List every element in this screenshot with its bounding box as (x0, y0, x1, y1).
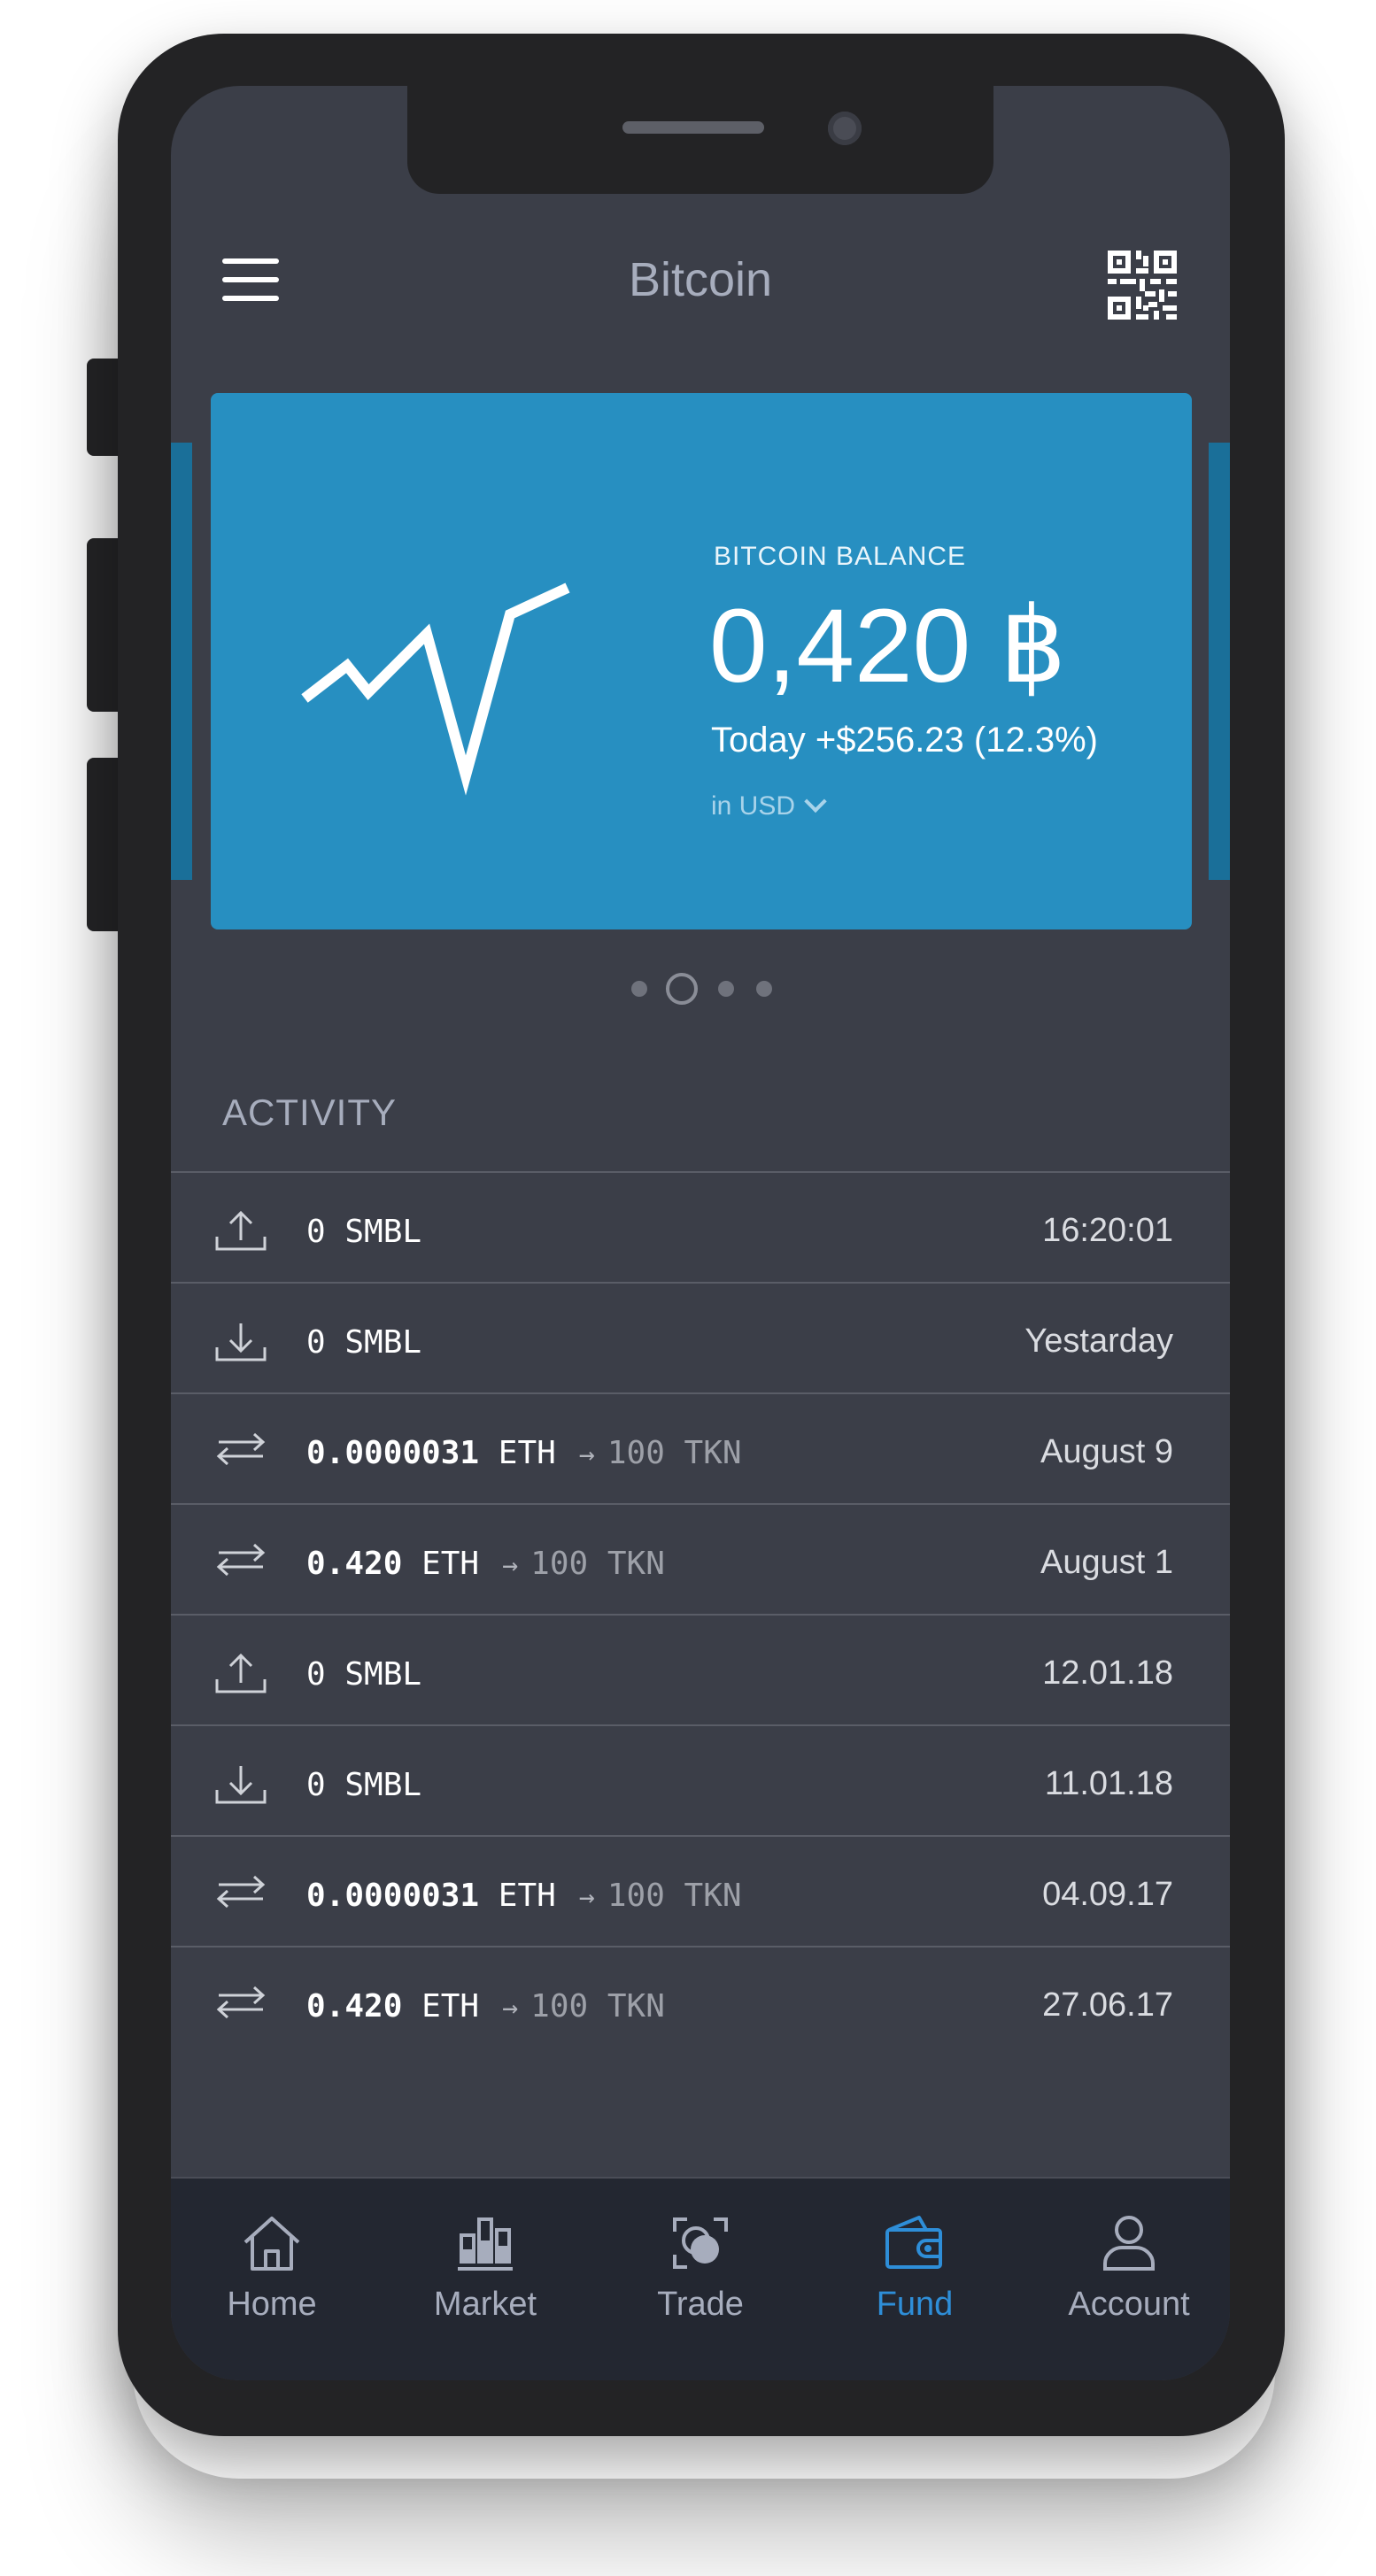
side-button-volume-up (87, 538, 122, 712)
exchange-icon (216, 1986, 266, 2019)
trade-icon (673, 2217, 728, 2269)
notch (407, 86, 993, 194)
activity-date: 04.09.17 (1042, 1876, 1173, 1913)
activity-date: 12.01.18 (1042, 1654, 1173, 1692)
arrow-right-icon: → (578, 1882, 595, 1913)
activity-date: 11.01.18 (1044, 1765, 1173, 1802)
carousel-dot-active[interactable] (666, 973, 698, 1005)
carousel-dot[interactable] (756, 981, 772, 997)
activity-target: 100 TKN (607, 1435, 742, 1471)
bottom-nav: Home Market Trade Fund Account (171, 2177, 1230, 2380)
activity-amount: 0 SMBL (306, 1214, 422, 1250)
arrow-right-icon: → (502, 1993, 519, 2024)
carousel-dot[interactable] (718, 981, 734, 997)
nav-label: Trade (657, 2286, 744, 2323)
currency-select[interactable]: in USD (711, 790, 827, 821)
nav-label: Account (1068, 2286, 1190, 2323)
activity-date: 16:20:01 (1042, 1212, 1173, 1249)
currency-label: in USD (711, 791, 796, 821)
download-icon (215, 1323, 267, 1361)
exchange-icon (216, 1875, 266, 1909)
activity-date: August 9 (1040, 1433, 1173, 1470)
activity-unit: ETH (421, 1988, 480, 2025)
balance-card[interactable]: BITCOIN BALANCE 0,420 ฿ Today +$256.23 (… (211, 393, 1192, 929)
qr-code-icon[interactable] (1108, 251, 1177, 320)
user-icon (1103, 2216, 1155, 2271)
nav-fund[interactable]: Fund (826, 2214, 1003, 2324)
activity-row[interactable]: 0.0000031 ETH → 100 TKN August 9 (171, 1392, 1230, 1503)
activity-row[interactable]: 0 SMBL 12.01.18 (171, 1614, 1230, 1724)
side-button-volume-down (87, 758, 122, 931)
carousel-dot[interactable] (631, 981, 647, 997)
activity-amount: 0 SMBL (306, 1767, 422, 1803)
wallet-icon (885, 2216, 942, 2269)
nav-trade[interactable]: Trade (612, 2214, 789, 2324)
nav-market[interactable]: Market (397, 2214, 574, 2324)
activity-value: 0.420 (306, 1988, 403, 2025)
activity-row[interactable]: 0 SMBL 11.01.18 (171, 1724, 1230, 1835)
activity-unit: ETH (421, 1546, 480, 1582)
balance-change: Today +$256.23 (12.3%) (711, 721, 1098, 760)
activity-target: 100 TKN (530, 1988, 665, 2025)
activity-amount: 0.420 ETH → 100 TKN (306, 1546, 665, 1582)
carousel-prev-card[interactable] (171, 443, 192, 880)
chevron-down-icon (804, 790, 827, 814)
trend-chart-icon (301, 582, 570, 796)
activity-value: 0.0000031 (306, 1435, 480, 1471)
upload-icon (215, 1210, 267, 1251)
download-icon (215, 1766, 267, 1804)
carousel-next-card[interactable] (1209, 443, 1230, 880)
side-button-mute (87, 359, 122, 456)
arrow-right-icon: → (578, 1439, 595, 1470)
balance-amount: 0,420 ฿ (709, 588, 1067, 705)
activity-row[interactable]: 0 SMBL 16:20:01 (171, 1171, 1230, 1282)
activity-row[interactable]: 0.0000031 ETH → 100 TKN 04.09.17 (171, 1835, 1230, 1946)
activity-date: August 1 (1040, 1544, 1173, 1581)
activity-list: 0 SMBL 16:20:01 0 SMBL Yestarday 0.00000… (171, 1171, 1230, 2056)
exchange-icon (216, 1432, 266, 1466)
activity-amount: 0 SMBL (306, 1324, 422, 1361)
speaker (622, 121, 764, 134)
activity-row[interactable]: 0 SMBL Yestarday (171, 1282, 1230, 1392)
nav-label: Fund (876, 2286, 954, 2323)
activity-unit: ETH (498, 1878, 556, 1914)
activity-row[interactable]: 0.420 ETH → 100 TKN August 1 (171, 1503, 1230, 1614)
nav-label: Home (227, 2286, 317, 2323)
front-camera (828, 112, 862, 145)
activity-date: Yestarday (1024, 1323, 1173, 1360)
app-screen: Bitcoin BITCOIN BALANCE 0,420 ฿ Today +$… (171, 86, 1230, 2380)
activity-unit: ETH (498, 1435, 556, 1471)
carousel-indicator (171, 968, 1230, 1005)
home-icon (244, 2217, 300, 2271)
nav-home[interactable]: Home (183, 2214, 360, 2324)
market-icon (458, 2217, 513, 2271)
balance-label: BITCOIN BALANCE (714, 542, 967, 571)
nav-label: Market (433, 2286, 537, 2323)
exchange-icon (216, 1543, 266, 1577)
activity-target: 100 TKN (607, 1878, 742, 1914)
arrow-right-icon: → (502, 1550, 519, 1581)
page-title: Bitcoin (628, 253, 773, 306)
activity-title: ACTIVITY (222, 1091, 398, 1133)
activity-row[interactable]: 0.420 ETH → 100 TKN 27.06.17 (171, 1946, 1230, 2056)
activity-amount: 0.0000031 ETH → 100 TKN (306, 1435, 742, 1471)
activity-value: 0.0000031 (306, 1878, 480, 1914)
activity-amount: 0.0000031 ETH → 100 TKN (306, 1878, 742, 1914)
activity-value: 0.420 (306, 1546, 403, 1582)
upload-icon (215, 1653, 267, 1693)
activity-date: 27.06.17 (1042, 1986, 1173, 2024)
activity-amount: 0.420 ETH → 100 TKN (306, 1988, 665, 2025)
nav-account[interactable]: Account (1040, 2214, 1218, 2324)
activity-target: 100 TKN (530, 1546, 665, 1582)
activity-amount: 0 SMBL (306, 1656, 422, 1693)
